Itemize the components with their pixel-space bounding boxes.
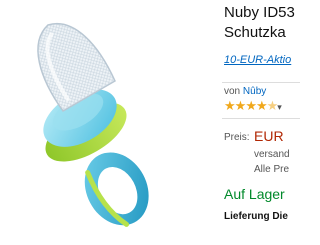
- product-image[interactable]: [0, 0, 222, 240]
- fruit-feeder-image: [37, 22, 149, 227]
- divider: [222, 118, 300, 119]
- shipping-note: versand: [254, 149, 290, 160]
- prices-incl-note: Alle Pre: [254, 164, 290, 175]
- brand-prefix: von: [224, 86, 241, 97]
- availability-status: Auf Lager: [224, 186, 285, 202]
- price-label: Preis:: [224, 132, 250, 143]
- star-icon: ★: [224, 98, 236, 113]
- delivery-info: Lieferung Die: [224, 211, 288, 222]
- product-info-panel: Nuby ID53 Schutzka 10-EUR-Aktio von Nûby…: [222, 0, 300, 240]
- price-value: EUR: [254, 128, 284, 144]
- half-star-icon: ★: [266, 98, 279, 113]
- star-icon: ★: [234, 98, 247, 113]
- divider: [222, 82, 300, 83]
- product-title-line-2[interactable]: Schutzka: [224, 24, 286, 42]
- star-icon: ★: [255, 98, 268, 113]
- product-title[interactable]: Nuby ID53: [224, 4, 295, 22]
- promo-link[interactable]: 10-EUR-Aktio: [224, 54, 291, 66]
- brand-link[interactable]: Nûby: [243, 86, 266, 97]
- brand-row: von Nûby: [224, 86, 266, 97]
- star-icon: ★: [245, 98, 257, 113]
- chevron-down-icon: ▾: [277, 102, 281, 112]
- rating-stars[interactable]: ★★★★★▾: [224, 98, 282, 114]
